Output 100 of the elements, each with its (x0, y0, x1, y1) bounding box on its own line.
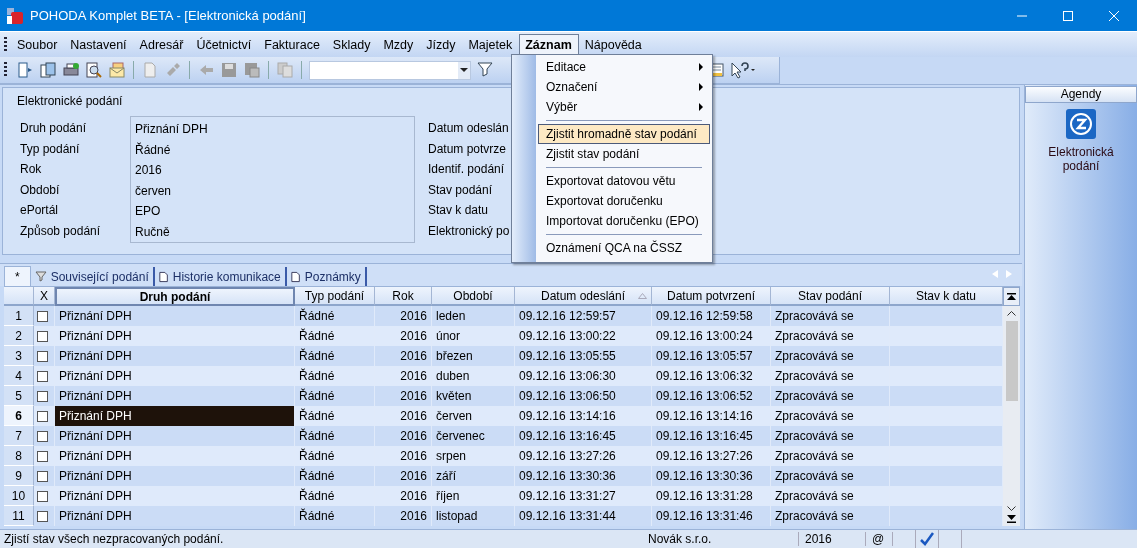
panel-header: Agendy (1025, 86, 1137, 103)
column-header[interactable]: X (34, 287, 55, 306)
scroll-down-icon[interactable] (1007, 506, 1016, 511)
menu-option[interactable]: Zjistit hromadně stav podání (538, 124, 710, 144)
scroll-up-icon[interactable] (1007, 311, 1016, 316)
menu-item[interactable]: Adresář (133, 33, 191, 56)
company-name: Novák s.r.o. (644, 532, 799, 546)
menu-option[interactable]: Výběr (538, 97, 710, 117)
row-number[interactable]: 6 (4, 406, 34, 426)
submenu-arrow-icon (699, 83, 703, 91)
documents-icon[interactable] (39, 61, 57, 79)
column-header[interactable]: Období (432, 287, 515, 306)
menu-item[interactable]: Záznam (519, 33, 579, 56)
row-number[interactable]: 1 (4, 306, 34, 326)
row-number[interactable]: 2 (4, 326, 34, 346)
table-cell: Řádné (295, 486, 375, 506)
menu-option[interactable]: Exportovat doručenku (538, 191, 710, 211)
menu-option[interactable]: Označení (538, 77, 710, 97)
table-cell: Zpracovává se (771, 346, 890, 366)
table-cell: 09.12.16 13:05:57 (652, 346, 771, 366)
table-cell: 2016 (375, 386, 432, 406)
field-label: Datum odeslán (428, 120, 510, 137)
table-cell: 2016 (375, 426, 432, 446)
field-label: Identif. podání (428, 161, 506, 179)
menu-option[interactable]: Exportovat datovou větu (538, 171, 710, 191)
menu-option[interactable]: Oznámení QCA na ČSSZ (538, 238, 710, 258)
checkbox[interactable] (37, 310, 48, 322)
row-number[interactable]: 10 (4, 486, 34, 506)
column-header[interactable]: Druh podání (55, 287, 295, 306)
checkbox[interactable] (37, 370, 48, 382)
table-cell: 09.12.16 13:00:24 (652, 326, 771, 346)
table-cell: Zpracovává se (771, 426, 890, 446)
row-number[interactable]: 8 (4, 446, 34, 466)
table-cell: červenec (432, 426, 515, 446)
field-value: Ručně (135, 223, 171, 241)
checkbox[interactable] (37, 450, 48, 462)
column-header[interactable]: Stav podání (771, 287, 890, 306)
checkbox[interactable] (37, 470, 48, 482)
table-cell: 2016 (375, 466, 432, 486)
field-label: Rok (20, 161, 43, 179)
table-cell: Zpracovává se (771, 506, 890, 526)
vertical-scrollbar[interactable] (1003, 306, 1020, 526)
table-cell: Řádné (295, 506, 375, 526)
checkbox[interactable] (37, 410, 48, 422)
menu-option[interactable]: Zjistit stav podání (538, 144, 710, 164)
menu-option[interactable]: Importovat doručenku (EPO) (538, 211, 710, 231)
envelope-icon[interactable] (108, 61, 126, 79)
maximize-icon[interactable] (1063, 10, 1073, 21)
column-header[interactable]: Typ podání (295, 287, 375, 306)
menu-item[interactable]: Nastavení (64, 33, 134, 56)
field-value: červen (135, 182, 173, 200)
checkbox[interactable] (37, 430, 48, 442)
menu-item[interactable]: Fakturace (258, 33, 327, 56)
close-icon[interactable] (1109, 10, 1119, 21)
column-header[interactable]: Rok (375, 287, 432, 306)
field-label: Stav k datu (428, 202, 490, 220)
scroll-top-button[interactable] (1003, 287, 1020, 306)
column-header[interactable]: Datum potvrzení (652, 287, 771, 306)
menu-item[interactable]: Jízdy (420, 33, 463, 56)
row-number[interactable]: 11 (4, 506, 34, 526)
table-cell: 2016 (375, 306, 432, 326)
checkbox[interactable] (37, 350, 48, 362)
row-number[interactable]: 4 (4, 366, 34, 386)
electronic-filing-icon[interactable] (1066, 109, 1096, 139)
menu-item[interactable]: Sklady (326, 33, 378, 56)
help-pointer-icon[interactable] (730, 61, 756, 79)
filter-icon[interactable] (476, 61, 494, 79)
printer-icon[interactable] (62, 61, 80, 79)
table-cell: květen (432, 386, 515, 406)
table-cell: 2016 (375, 366, 432, 386)
checkbox[interactable] (37, 510, 48, 522)
menu-item[interactable]: Nápověda (578, 33, 649, 56)
table-cell: Řádné (295, 446, 375, 466)
checkbox[interactable] (37, 330, 48, 342)
column-header[interactable]: Stav k datu (890, 287, 1003, 306)
menu-option[interactable]: Editace (538, 57, 710, 77)
table-cell: 09.12.16 13:14:16 (515, 406, 652, 426)
table-cell: Zpracovává se (771, 466, 890, 486)
table-cell: Přiznání DPH (55, 366, 295, 386)
table-cell: březen (432, 346, 515, 366)
table-cell: Přiznání DPH (55, 486, 295, 506)
agenda-label[interactable]: Elektronická podání (1041, 145, 1121, 173)
menu-item[interactable]: Soubor (11, 33, 65, 56)
table-cell: 09.12.16 13:05:55 (515, 346, 652, 366)
row-number[interactable]: 7 (4, 426, 34, 446)
magnifier-icon[interactable] (85, 61, 103, 79)
checkbox[interactable] (37, 490, 48, 502)
menu-item[interactable]: Mzdy (377, 33, 421, 56)
menu-item[interactable]: Majetek (462, 33, 520, 56)
column-header[interactable]: Datum odeslání (515, 287, 652, 306)
checkbox[interactable] (37, 390, 48, 402)
row-number[interactable]: 3 (4, 346, 34, 366)
door-icon[interactable] (16, 61, 34, 79)
row-number[interactable]: 5 (4, 386, 34, 406)
scroll-bottom-icon[interactable] (1007, 515, 1016, 523)
menu-item[interactable]: Účetnictví (190, 33, 259, 56)
field-value: Přiznání DPH (135, 121, 209, 138)
row-number[interactable]: 9 (4, 466, 34, 486)
table-cell: duben (432, 366, 515, 386)
tab[interactable]: * (4, 266, 31, 286)
